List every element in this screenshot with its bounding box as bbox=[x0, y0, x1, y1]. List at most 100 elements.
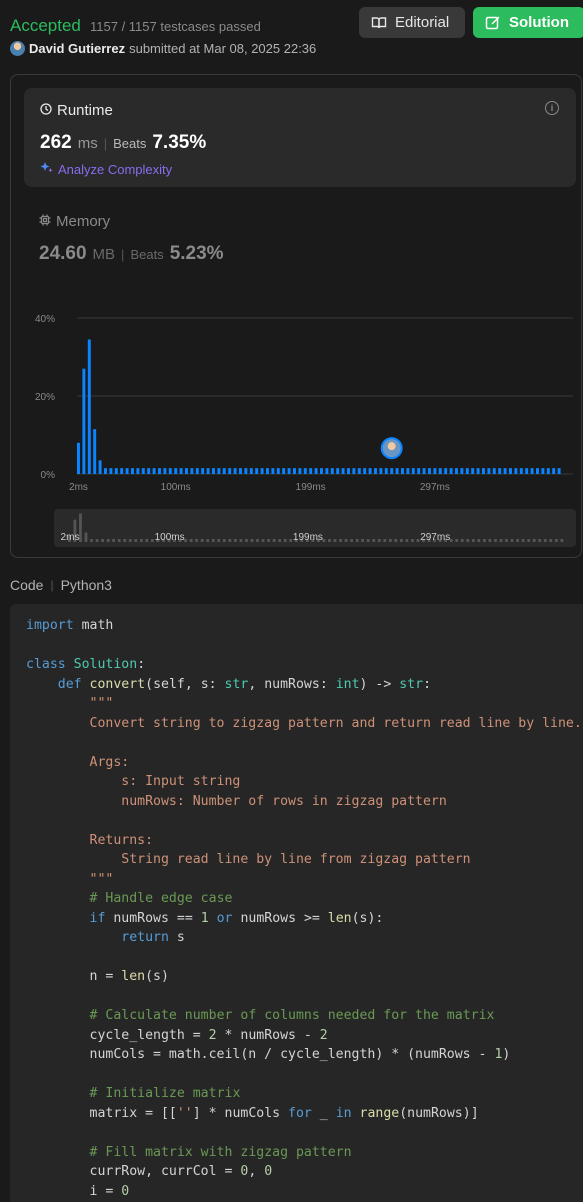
mini-bar bbox=[250, 539, 254, 542]
mini-bar bbox=[206, 539, 210, 542]
y-tick-label: 20% bbox=[35, 392, 55, 403]
mini-bar bbox=[200, 539, 204, 542]
mini-bar bbox=[532, 539, 536, 542]
sparkle-icon bbox=[40, 161, 53, 177]
avatar[interactable] bbox=[10, 41, 25, 56]
mini-bar bbox=[195, 539, 199, 542]
runtime-beats: 7.35% bbox=[152, 132, 207, 153]
bar bbox=[390, 468, 394, 474]
bar bbox=[233, 468, 237, 474]
bar bbox=[163, 468, 167, 474]
mini-bar bbox=[245, 539, 248, 542]
mini-bar bbox=[139, 539, 143, 542]
bar bbox=[87, 339, 91, 474]
bar bbox=[152, 468, 156, 474]
runtime-number: 262 bbox=[40, 132, 72, 153]
bar bbox=[303, 468, 307, 474]
author-line: David Gutierrez submitted at Mar 08, 202… bbox=[10, 41, 316, 56]
mini-bar bbox=[117, 539, 121, 542]
bar bbox=[422, 468, 426, 474]
bar bbox=[77, 442, 80, 474]
mini-bar bbox=[549, 539, 553, 542]
runtime-unit: ms bbox=[77, 135, 98, 152]
bar bbox=[438, 468, 442, 474]
user-marker-avatar[interactable] bbox=[380, 437, 403, 460]
mini-bar bbox=[101, 539, 104, 542]
memory-title[interactable]: Memory bbox=[39, 213, 110, 230]
runtime-distribution-chart[interactable]: 40% 20% 0% 2ms 100ms 199ms 297ms bbox=[11, 301, 581, 496]
mini-bar bbox=[510, 539, 514, 542]
mini-tick-label: 100ms bbox=[155, 532, 185, 543]
mini-bar bbox=[538, 539, 542, 542]
mini-bar bbox=[388, 539, 392, 542]
editorial-button[interactable]: Editorial bbox=[359, 7, 465, 38]
mini-bar bbox=[189, 539, 193, 542]
mini-bar bbox=[112, 539, 116, 542]
bar bbox=[341, 468, 345, 474]
runtime-value: 262 ms | Beats 7.35% bbox=[40, 132, 206, 154]
mini-bar bbox=[256, 539, 259, 542]
bar bbox=[255, 468, 259, 474]
mini-bar bbox=[560, 539, 564, 542]
status-label: Accepted bbox=[10, 16, 81, 35]
bar bbox=[266, 468, 269, 474]
mini-bar bbox=[267, 539, 270, 542]
chart-range-navigator[interactable]: 2ms 100ms 199ms 297ms bbox=[54, 509, 576, 547]
bar bbox=[384, 468, 388, 474]
bar bbox=[93, 429, 97, 474]
runtime-card[interactable]: Runtime i 262 ms | Beats 7.35% Analyze C… bbox=[24, 88, 576, 187]
y-tick-label: 40% bbox=[35, 314, 55, 325]
mini-bar bbox=[488, 539, 492, 542]
bar bbox=[244, 468, 248, 474]
bar bbox=[147, 468, 151, 474]
testcases-count: 1157 / 1157 testcases passed bbox=[90, 19, 261, 34]
bar bbox=[120, 468, 124, 474]
bar bbox=[347, 468, 350, 474]
mini-bar bbox=[499, 539, 503, 542]
author-name[interactable]: David Gutierrez bbox=[29, 41, 125, 56]
mini-bar bbox=[483, 539, 486, 542]
code-label: Code bbox=[10, 577, 44, 593]
bar bbox=[449, 468, 453, 474]
bar bbox=[530, 468, 534, 474]
bar bbox=[368, 468, 372, 474]
bar bbox=[228, 468, 232, 474]
code-viewer[interactable]: import math class Solution: def convert(… bbox=[10, 604, 583, 1202]
bar bbox=[239, 468, 242, 474]
bar bbox=[330, 468, 334, 474]
mini-bar bbox=[361, 539, 365, 542]
clock-icon bbox=[40, 102, 52, 119]
bar bbox=[395, 468, 399, 474]
bar bbox=[455, 468, 458, 474]
bar bbox=[336, 468, 340, 474]
bar bbox=[509, 468, 512, 474]
mini-bar bbox=[383, 539, 387, 542]
edit-icon bbox=[485, 15, 500, 29]
bar bbox=[465, 468, 469, 474]
mini-tick-label: 297ms bbox=[420, 532, 450, 543]
analyze-complexity-link[interactable]: Analyze Complexity bbox=[40, 161, 172, 177]
code-header: Code | Python3 bbox=[10, 577, 112, 593]
x-tick-label: 2ms bbox=[69, 482, 88, 493]
mini-bar bbox=[554, 539, 558, 542]
mini-bar bbox=[543, 539, 547, 542]
mini-bar bbox=[455, 539, 459, 542]
submitted-at: submitted at Mar 08, 2025 22:36 bbox=[129, 41, 317, 56]
bar bbox=[417, 468, 421, 474]
bar bbox=[460, 468, 464, 474]
memory-value: 24.60 MB | Beats 5.23% bbox=[39, 243, 224, 265]
mini-bar bbox=[261, 539, 265, 542]
bar bbox=[433, 468, 437, 474]
bar bbox=[222, 468, 226, 474]
mini-bar bbox=[344, 539, 348, 542]
bar bbox=[557, 468, 561, 474]
bar bbox=[325, 468, 329, 474]
bar bbox=[514, 468, 518, 474]
memory-beats: 5.23% bbox=[169, 243, 224, 264]
mini-bar bbox=[521, 539, 525, 542]
mini-bar bbox=[134, 539, 138, 542]
mini-bar bbox=[128, 539, 132, 542]
solution-button[interactable]: Solution bbox=[473, 7, 583, 38]
mini-bar bbox=[405, 539, 409, 542]
info-icon[interactable]: i bbox=[545, 101, 559, 115]
